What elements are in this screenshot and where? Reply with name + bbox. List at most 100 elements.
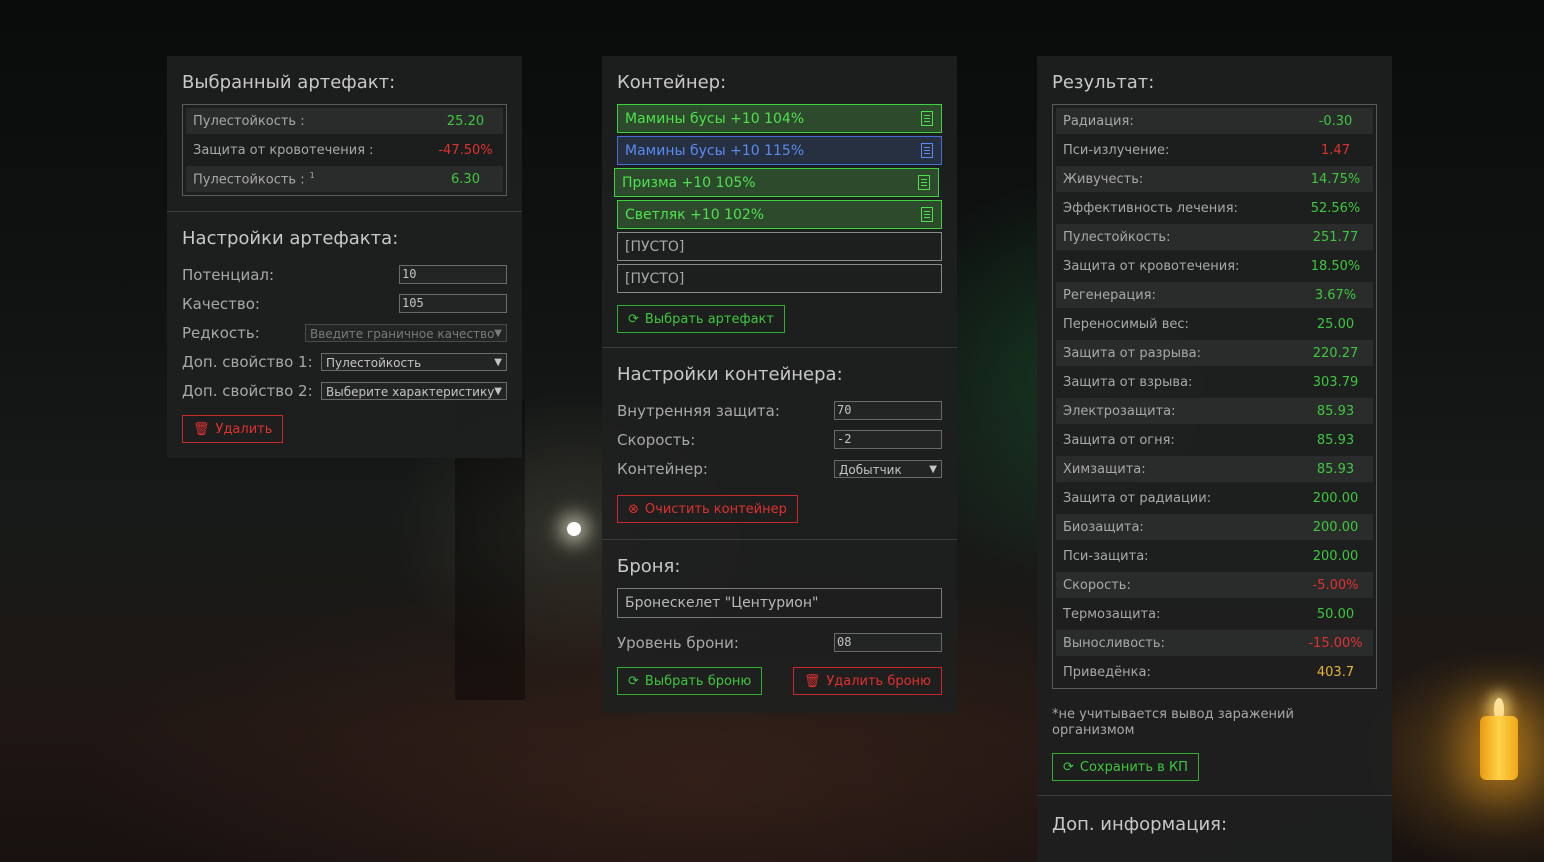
stat-value: -0.30 (1318, 113, 1353, 129)
delete-artifact-button[interactable]: 🗑 Удалить (182, 415, 284, 443)
container-slot[interactable]: Мамины бусы +10 115% (617, 136, 942, 165)
document-icon[interactable] (918, 175, 930, 190)
clear-container-label: Очистить контейнер (644, 501, 787, 517)
stat-label-text: Защита от разрыва: (1063, 345, 1201, 361)
stat-value: 85.93 (1316, 461, 1355, 477)
save-kp-button[interactable]: ⟳ Сохранить в КП (1052, 753, 1199, 781)
extra1-label: Доп. свойство 1: (182, 352, 313, 371)
artifact-panel: Выбранный артефакт: Пулестойкость : 25.20… (167, 56, 522, 458)
rarity-select-value: Введите граничное качество (310, 326, 495, 341)
trash-icon: 🗑 (803, 673, 821, 689)
stat-value: 50.00 (1316, 606, 1355, 622)
inner-protection-input[interactable]: 70 (834, 401, 942, 420)
stat-label: Защита от огня: (1056, 433, 1298, 448)
extra1-select[interactable]: Пулестойкость ▼ (321, 352, 507, 371)
stat-label: Переносимый вес: (1056, 317, 1298, 332)
trash-icon: 🗑 (193, 421, 210, 437)
stat-label-text: Защита от кровотечения: (1063, 258, 1240, 274)
stat-label-text: Защита от взрыва: (1063, 374, 1193, 390)
stat-row: Приведёнка: 403.7 (1056, 659, 1373, 685)
stat-label: Химзащита: (1056, 462, 1298, 477)
document-icon[interactable] (921, 111, 933, 126)
stat-value: 403.7 (1316, 664, 1355, 680)
stat-label: Приведёнка: (1056, 665, 1298, 680)
extra2-select[interactable]: Выберите характеристику ▼ (321, 381, 507, 400)
extra2-select-value: Выберите характеристику (326, 384, 495, 399)
stat-row: Пси-защита: 200.00 (1056, 543, 1373, 569)
container-slot-label: Светляк +10 102% (625, 206, 765, 223)
container-slot[interactable]: Мамины бусы +10 104% (617, 104, 942, 133)
stat-label-text: Приведёнка: (1063, 664, 1151, 680)
extra-info-title: Доп. информация: (1052, 814, 1228, 835)
stat-label-text: Регенерация: (1063, 287, 1156, 303)
stat-value: 85.93 (1316, 403, 1355, 419)
container-slot[interactable]: [ПУСТО] (617, 264, 942, 293)
background-candle (1480, 716, 1518, 780)
armor-level-input[interactable]: 08 (834, 633, 942, 652)
stat-row: Переносимый вес: 25.00 (1056, 311, 1373, 337)
stat-value: 220.27 (1312, 345, 1359, 361)
stat-row: Защита от кровотечения : -47.50% (186, 137, 503, 163)
potential-input[interactable]: 10 (399, 265, 507, 284)
document-icon[interactable] (921, 207, 933, 222)
container-slot-label: Призма +10 105% (622, 174, 756, 191)
container-title: Контейнер: (617, 72, 727, 93)
stat-label-text: Скорость: (1063, 577, 1131, 593)
container-settings-section: Настройки контейнера: Внутренняя защита:… (602, 348, 957, 540)
result-stats-box: Радиация: -0.30 Пси-излучение: 1.47 Живучест… (1052, 104, 1377, 689)
stat-label: Защита от взрыва: (1056, 375, 1298, 390)
stat-label-text: Выносливость: (1063, 635, 1165, 651)
stat-row: Биозащита: 200.00 (1056, 514, 1373, 540)
stat-label-text: Пси-излучение: (1063, 142, 1170, 158)
stat-label-text: Пулестойкость : (193, 113, 305, 129)
background-lamp (567, 522, 581, 536)
stat-label: Пулестойкость : 1 (186, 171, 428, 187)
stat-value: 25.00 (1316, 316, 1355, 332)
delete-armor-button[interactable]: 🗑 Удалить броню (792, 667, 942, 695)
container-slot[interactable]: Светляк +10 102% (617, 200, 942, 229)
stat-label: Пси-защита: (1056, 549, 1298, 564)
select-artifact-button[interactable]: ⟳ Выбрать артефакт (617, 305, 785, 333)
extra1-row: Доп. свойство 1: Пулестойкость ▼ (182, 347, 507, 376)
stat-label: Пулестойкость : (186, 114, 428, 129)
stat-label-text: Защита от кровотечения : (193, 142, 374, 158)
stat-row: Пулестойкость : 25.20 (186, 108, 503, 134)
stat-label-text: Защита от огня: (1063, 432, 1175, 448)
potential-row: Потенциал: 10 (182, 260, 507, 289)
stat-value: 200.00 (1312, 519, 1359, 535)
stat-label-text: Биозащита: (1063, 519, 1144, 535)
stat-label: Скорость: (1056, 578, 1298, 593)
quality-row: Качество: 105 (182, 289, 507, 318)
stat-label: Биозащита: (1056, 520, 1298, 535)
extra-info-section: Доп. информация: (1037, 796, 1392, 862)
container-slot[interactable]: Призма +10 105% (614, 168, 939, 197)
container-panel: Контейнер: Мамины бусы +10 104% Мамины бу… (602, 56, 957, 713)
container-settings-title: Настройки контейнера: (617, 364, 843, 385)
stat-label: Выносливость: (1056, 636, 1298, 651)
stat-label-text: Химзащита: (1063, 461, 1146, 477)
armor-level-label: Уровень брони: (617, 633, 739, 652)
select-armor-button[interactable]: ⟳ Выбрать броню (617, 667, 763, 695)
stat-label-text: Пулестойкость : (193, 172, 305, 188)
rarity-select[interactable]: Введите граничное качество ▼ (305, 323, 507, 342)
speed-input[interactable]: -2 (834, 430, 942, 449)
extra2-row: Доп. свойство 2: Выберите характеристику… (182, 376, 507, 405)
chevron-down-icon: ▼ (494, 385, 502, 397)
container-type-select[interactable]: Добытчик ▼ (834, 459, 942, 478)
container-slot[interactable]: [ПУСТО] (617, 232, 942, 261)
stat-value: 52.56% (1310, 200, 1361, 216)
stat-value: 200.00 (1312, 490, 1359, 506)
inner-protection-row: Внутренняя защита: 70 (617, 396, 942, 425)
extra2-label: Доп. свойство 2: (182, 381, 313, 400)
refresh-icon: ⟳ (628, 311, 639, 327)
select-armor-label: Выбрать броню (644, 673, 752, 689)
stat-value: 85.93 (1316, 432, 1355, 448)
container-slot-label: Мамины бусы +10 115% (625, 142, 805, 159)
stat-row: Пулестойкость : 1 6.30 (186, 166, 503, 192)
document-icon[interactable] (921, 143, 933, 158)
armor-name-field[interactable]: Бронескелет "Центурион" (617, 588, 942, 618)
quality-input[interactable]: 105 (399, 294, 507, 313)
stat-label: Эффективность лечения: (1056, 201, 1298, 216)
clear-container-button[interactable]: ⊗ Очистить контейнер (617, 495, 798, 523)
potential-label: Потенциал: (182, 265, 275, 284)
